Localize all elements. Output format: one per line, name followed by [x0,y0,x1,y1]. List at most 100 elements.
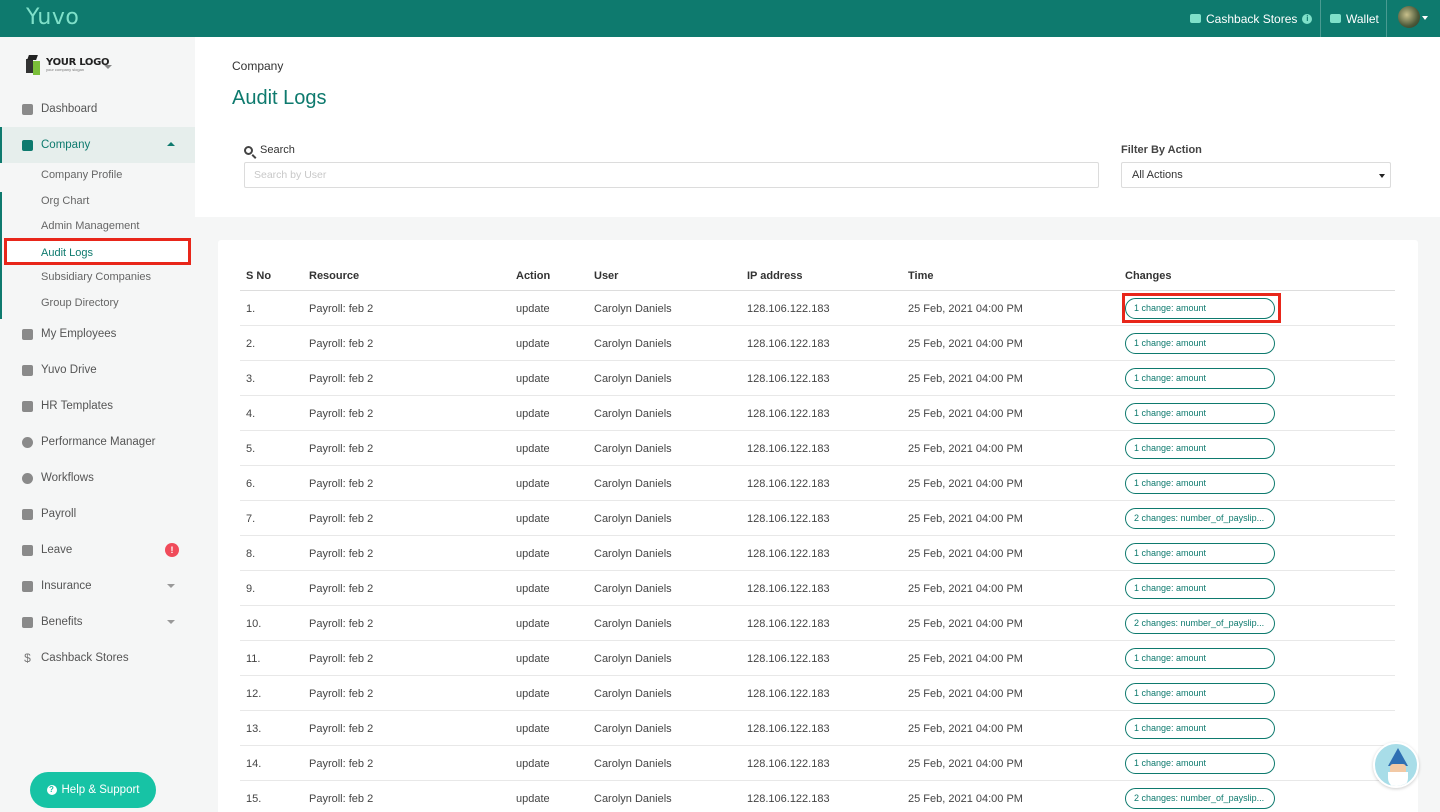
cell-action: update [516,303,550,315]
cell-ip-address: 128.106.122.183 [747,758,830,770]
cogs-icon [22,472,33,484]
cell-sno: 6. [246,478,256,490]
changes-chip[interactable]: 1 change: amount [1125,543,1275,564]
cell-resource: Payroll: feb 2 [309,443,374,455]
changes-chip[interactable]: 1 change: amount [1125,753,1275,774]
cell-resource: Payroll: feb 2 [309,303,374,315]
changes-chip[interactable]: 1 change: amount [1125,333,1275,354]
table-row: 2. Payroll: feb 2 update Carolyn Daniels 128… [240,326,1395,361]
cell-time: 25 Feb, 2021 04:00 PM [908,653,1023,665]
chevron-down-icon[interactable] [1422,16,1428,20]
cell-user: Carolyn Daniels [594,758,672,770]
user-avatar[interactable] [1398,6,1420,28]
cell-action: update [516,478,550,490]
cell-action: update [516,548,550,560]
cashback-stores-link[interactable]: Cashback Stores i [1190,0,1313,37]
table-row: 6. Payroll: feb 2 update Carolyn Daniels 128… [240,466,1395,501]
cell-user: Carolyn Daniels [594,723,672,735]
column-header-action: Action [516,270,551,282]
cell-action: update [516,408,550,420]
chevron-down-icon [1379,174,1385,178]
changes-chip[interactable]: 1 change: amount [1125,718,1275,739]
notification-badge: ! [165,543,179,557]
cell-time: 25 Feb, 2021 04:00 PM [908,793,1023,805]
cell-ip-address: 128.106.122.183 [747,583,830,595]
cell-time: 25 Feb, 2021 04:00 PM [908,513,1023,525]
sidebar-item-company[interactable]: Company [0,127,195,163]
insurance-icon [22,580,33,592]
search-input[interactable] [244,162,1099,188]
sidebar-item-leave[interactable]: Leave ! [0,532,195,568]
cell-resource: Payroll: feb 2 [309,793,374,805]
cell-time: 25 Feb, 2021 04:00 PM [908,688,1023,700]
changes-chip[interactable]: 2 changes: number_of_payslip... [1125,508,1275,529]
column-header-time: Time [908,270,934,282]
cell-user: Carolyn Daniels [594,513,672,525]
changes-chip[interactable]: 1 change: amount [1125,298,1275,319]
column-header-sno: S No [246,270,272,282]
cell-ip-address: 128.106.122.183 [747,373,830,385]
target-icon [22,436,33,448]
wallet-link[interactable]: Wallet [1330,0,1379,37]
cell-sno: 13. [246,723,262,735]
cell-user: Carolyn Daniels [594,688,672,700]
cell-resource: Payroll: feb 2 [309,618,374,630]
changes-chip[interactable]: 2 changes: number_of_payslip... [1125,613,1275,634]
cell-resource: Payroll: feb 2 [309,653,374,665]
changes-chip[interactable]: 1 change: amount [1125,403,1275,424]
changes-chip[interactable]: 1 change: amount [1125,438,1275,459]
table-row: 3. Payroll: feb 2 update Carolyn Daniels 128… [240,361,1395,396]
info-icon[interactable]: i [1302,13,1313,24]
sidebar-item-workflows[interactable]: Workflows [0,460,195,496]
changes-chip[interactable]: 1 change: amount [1125,648,1275,669]
changes-chip[interactable]: 1 change: amount [1125,473,1275,494]
cell-ip-address: 128.106.122.183 [747,723,830,735]
cell-user: Carolyn Daniels [594,303,672,315]
changes-chip[interactable]: 1 change: amount [1125,683,1275,704]
cell-ip-address: 128.106.122.183 [747,478,830,490]
sidebar-item-performance-manager[interactable]: Performance Manager [0,424,195,460]
filter-action-select[interactable]: All Actions [1121,162,1391,188]
cell-action: update [516,723,550,735]
cell-user: Carolyn Daniels [594,653,672,665]
users-icon [22,328,33,340]
question-icon: ? [46,785,57,795]
cell-action: update [516,338,550,350]
sidebar-subitem-admin-management[interactable]: Admin Management [41,220,139,232]
sidebar-item-my-employees[interactable]: My Employees [0,316,195,352]
breadcrumb[interactable]: Company [232,59,283,73]
chevron-down-icon[interactable] [104,65,112,69]
cell-sno: 15. [246,793,262,805]
assistant-bot-avatar[interactable] [1373,742,1419,788]
cell-resource: Payroll: feb 2 [309,548,374,560]
cell-sno: 2. [246,338,256,350]
brand-logo[interactable]: Yuvo [26,5,79,30]
changes-chip[interactable]: 1 change: amount [1125,368,1275,389]
cell-time: 25 Feb, 2021 04:00 PM [908,338,1023,350]
sidebar-item-cashback-stores[interactable]: $ Cashback Stores [0,640,195,676]
table-row: 13. Payroll: feb 2 update Carolyn Daniels 12… [240,711,1395,746]
sidebar-item-hr-templates[interactable]: HR Templates [0,388,195,424]
filter-select-value: All Actions [1132,169,1183,181]
changes-chip[interactable]: 1 change: amount [1125,578,1275,599]
sidebar-item-insurance[interactable]: Insurance [0,568,195,604]
sidebar-subitem-audit-logs[interactable]: Audit Logs [4,238,191,265]
sidebar-subitem-company-profile[interactable]: Company Profile [41,169,122,181]
company-logo[interactable]: YOUR LOGO your company slogan [26,55,110,75]
sidebar-subitem-subsidiary-companies[interactable]: Subsidiary Companies [41,271,151,283]
cell-time: 25 Feb, 2021 04:00 PM [908,478,1023,490]
sidebar-subitem-org-chart[interactable]: Org Chart [41,195,89,207]
help-support-button[interactable]: ? Help & Support [30,772,156,808]
table-row: 11. Payroll: feb 2 update Carolyn Daniels 12… [240,641,1395,676]
cell-sno: 4. [246,408,256,420]
sidebar-subitem-group-directory[interactable]: Group Directory [41,297,119,309]
sidebar-item-yuvo-drive[interactable]: Yuvo Drive [0,352,195,388]
table-row: 9. Payroll: feb 2 update Carolyn Daniels 128… [240,571,1395,606]
sidebar-item-benefits[interactable]: Benefits [0,604,195,640]
sidebar-item-payroll[interactable]: Payroll [0,496,195,532]
cell-sno: 1. [246,303,256,315]
cell-resource: Payroll: feb 2 [309,723,374,735]
briefcase-icon [22,616,33,628]
changes-chip[interactable]: 2 changes: number_of_payslip... [1125,788,1275,809]
sidebar-item-dashboard[interactable]: Dashboard [0,91,195,127]
